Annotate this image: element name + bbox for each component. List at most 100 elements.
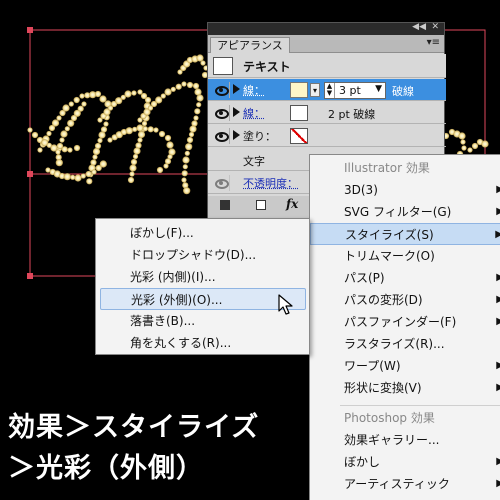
glow-dot: [186, 136, 194, 144]
submenu-arrow-icon: ▶: [496, 451, 500, 473]
menu-item-3d[interactable]: 3D(3) ▶: [310, 179, 500, 201]
new-item-icon[interactable]: [256, 200, 266, 210]
glow-dot: [31, 131, 39, 139]
submenu-arrow-icon: ▶: [496, 377, 500, 399]
glow-dot: [181, 170, 188, 177]
stroke-style-label: 破線: [392, 85, 414, 98]
glow-dot: [127, 176, 135, 184]
menu-item-trim-marks[interactable]: トリムマーク(O): [310, 245, 500, 267]
glow-dot: [59, 137, 65, 143]
menu-item-scribble[interactable]: 落書き(B)...: [100, 310, 306, 332]
collapse-icon[interactable]: ◀◀: [412, 22, 426, 32]
menu-item-label: パス(P): [344, 271, 385, 285]
menu-item-warp[interactable]: ワープ(W) ▶: [310, 355, 500, 377]
stroke-weight-value: 3 pt: [339, 84, 361, 97]
stroke-row-2[interactable]: 線： 2 pt 破線: [208, 102, 446, 124]
glow-dot: [73, 144, 81, 152]
stroke-color-swatch[interactable]: [290, 105, 308, 121]
glow-dot: [85, 170, 92, 178]
menu-item-effect-gallery[interactable]: 効果ギャラリー...: [310, 429, 500, 451]
swatch-dropdown-icon[interactable]: ▾: [310, 83, 320, 97]
glow-dot: [133, 147, 141, 155]
menu-item-svg-filter[interactable]: SVG フィルター(G) ▶: [310, 201, 500, 223]
glow-dot: [182, 156, 190, 164]
fx-icon[interactable]: fx: [286, 197, 298, 211]
visibility-eye-icon[interactable]: [212, 82, 230, 98]
menu-item-path[interactable]: パス(P) ▶: [310, 267, 500, 289]
glow-dot: [166, 141, 174, 149]
opacity-label[interactable]: 不透明度：: [243, 175, 298, 191]
fill-none-swatch[interactable]: [290, 128, 308, 144]
stroke-row-1[interactable]: 線： ▾ ▲ ▼ 3 pt ▼ 破線: [208, 79, 446, 101]
submenu-arrow-icon: ▶: [496, 289, 500, 311]
menu-item-artistic[interactable]: アーティスティック ▶: [310, 473, 500, 495]
expand-triangle-icon[interactable]: [233, 107, 240, 117]
glow-dot: [137, 130, 146, 139]
characters-label: 文字: [243, 155, 265, 168]
glow-dot: [186, 81, 194, 89]
glow-dot: [136, 124, 144, 132]
glow-dot: [99, 160, 107, 168]
stroke-color-swatch[interactable]: [290, 82, 308, 98]
glow-dot: [73, 96, 80, 104]
glow-dot: [46, 130, 52, 137]
menu-item-outer-glow[interactable]: 光彩 (外側)(O)...: [100, 288, 306, 310]
visibility-eye-icon[interactable]: [212, 175, 230, 191]
menu-item-convert-to-shape[interactable]: 形状に変換(V) ▶: [310, 377, 500, 399]
weight-stepper-icon[interactable]: ▲ ▼: [325, 83, 335, 98]
expand-triangle-icon[interactable]: [233, 84, 240, 94]
submenu-arrow-icon: ▶: [496, 201, 500, 223]
menu-item-inner-glow[interactable]: 光彩 (内側)(I)...: [100, 266, 306, 288]
glow-dot: [184, 150, 190, 156]
menu-item-round-corners[interactable]: 角を丸くする(R)...: [100, 332, 306, 354]
glow-dot: [142, 126, 148, 132]
fill-label[interactable]: 塗り：: [243, 128, 276, 144]
submenu-arrow-icon: ▶: [495, 229, 500, 240]
glow-dot: [62, 104, 70, 112]
submenu-arrow-icon: ▶: [496, 311, 500, 333]
glow-dot: [130, 158, 138, 166]
glow-dot: [160, 93, 166, 99]
menu-item-stylize[interactable]: スタイライズ(S) ▶: [310, 223, 500, 245]
object-type-label: テキスト: [243, 60, 291, 74]
menu-item-rasterize[interactable]: ラスタライズ(R)...: [310, 333, 500, 355]
menu-item-label: アーティスティック: [344, 477, 450, 491]
glow-dot: [183, 187, 191, 195]
stroke-label[interactable]: 線：: [243, 82, 265, 98]
stroke-label[interactable]: 線：: [243, 105, 265, 121]
glow-dot: [81, 101, 87, 107]
glow-dot: [63, 173, 71, 181]
menu-item-feather[interactable]: ぼかし(F)...: [100, 222, 306, 244]
glow-dot: [461, 145, 467, 151]
visibility-eye-icon[interactable]: [212, 105, 230, 121]
menu-item-distort-transform[interactable]: パスの変形(D) ▶: [310, 289, 500, 311]
glow-dot: [460, 139, 466, 145]
tab-appearance[interactable]: アピアランス: [210, 37, 290, 53]
menu-item-pathfinder[interactable]: パスファインダー(F) ▶: [310, 311, 500, 333]
glow-dot: [170, 86, 176, 92]
visibility-eye-icon[interactable]: [212, 128, 230, 144]
panel-menu-icon[interactable]: ▾≡: [427, 37, 440, 48]
menu-item-blur[interactable]: ぼかし ▶: [310, 451, 500, 473]
glow-dot: [68, 101, 74, 107]
glow-dot: [51, 119, 60, 127]
glow-dot: [64, 126, 70, 132]
submenu-arrow-icon: ▶: [496, 355, 500, 377]
weight-dropdown-icon[interactable]: ▼: [375, 84, 382, 94]
stroke-only-icon[interactable]: [220, 200, 230, 210]
glow-dot: [79, 93, 85, 99]
menu-item-drop-shadow[interactable]: ドロップシャドウ(D)...: [100, 244, 306, 266]
glow-dot: [125, 127, 133, 135]
expand-triangle-icon[interactable]: [233, 130, 240, 140]
glow-dot: [481, 140, 489, 148]
object-thumbnail: [213, 57, 233, 75]
glow-dot: [181, 81, 187, 87]
panel-title-bar[interactable]: ◀◀ ✕: [208, 22, 444, 35]
menu-item-label: トリムマーク(O): [344, 249, 435, 263]
fill-row[interactable]: 塗り：: [208, 125, 446, 147]
glow-dot: [55, 149, 61, 155]
close-icon[interactable]: ✕: [431, 22, 439, 32]
stroke-weight-field[interactable]: ▲ ▼ 3 pt ▼: [324, 82, 386, 99]
glow-dot: [181, 177, 187, 183]
mouse-cursor-icon: [278, 294, 293, 315]
